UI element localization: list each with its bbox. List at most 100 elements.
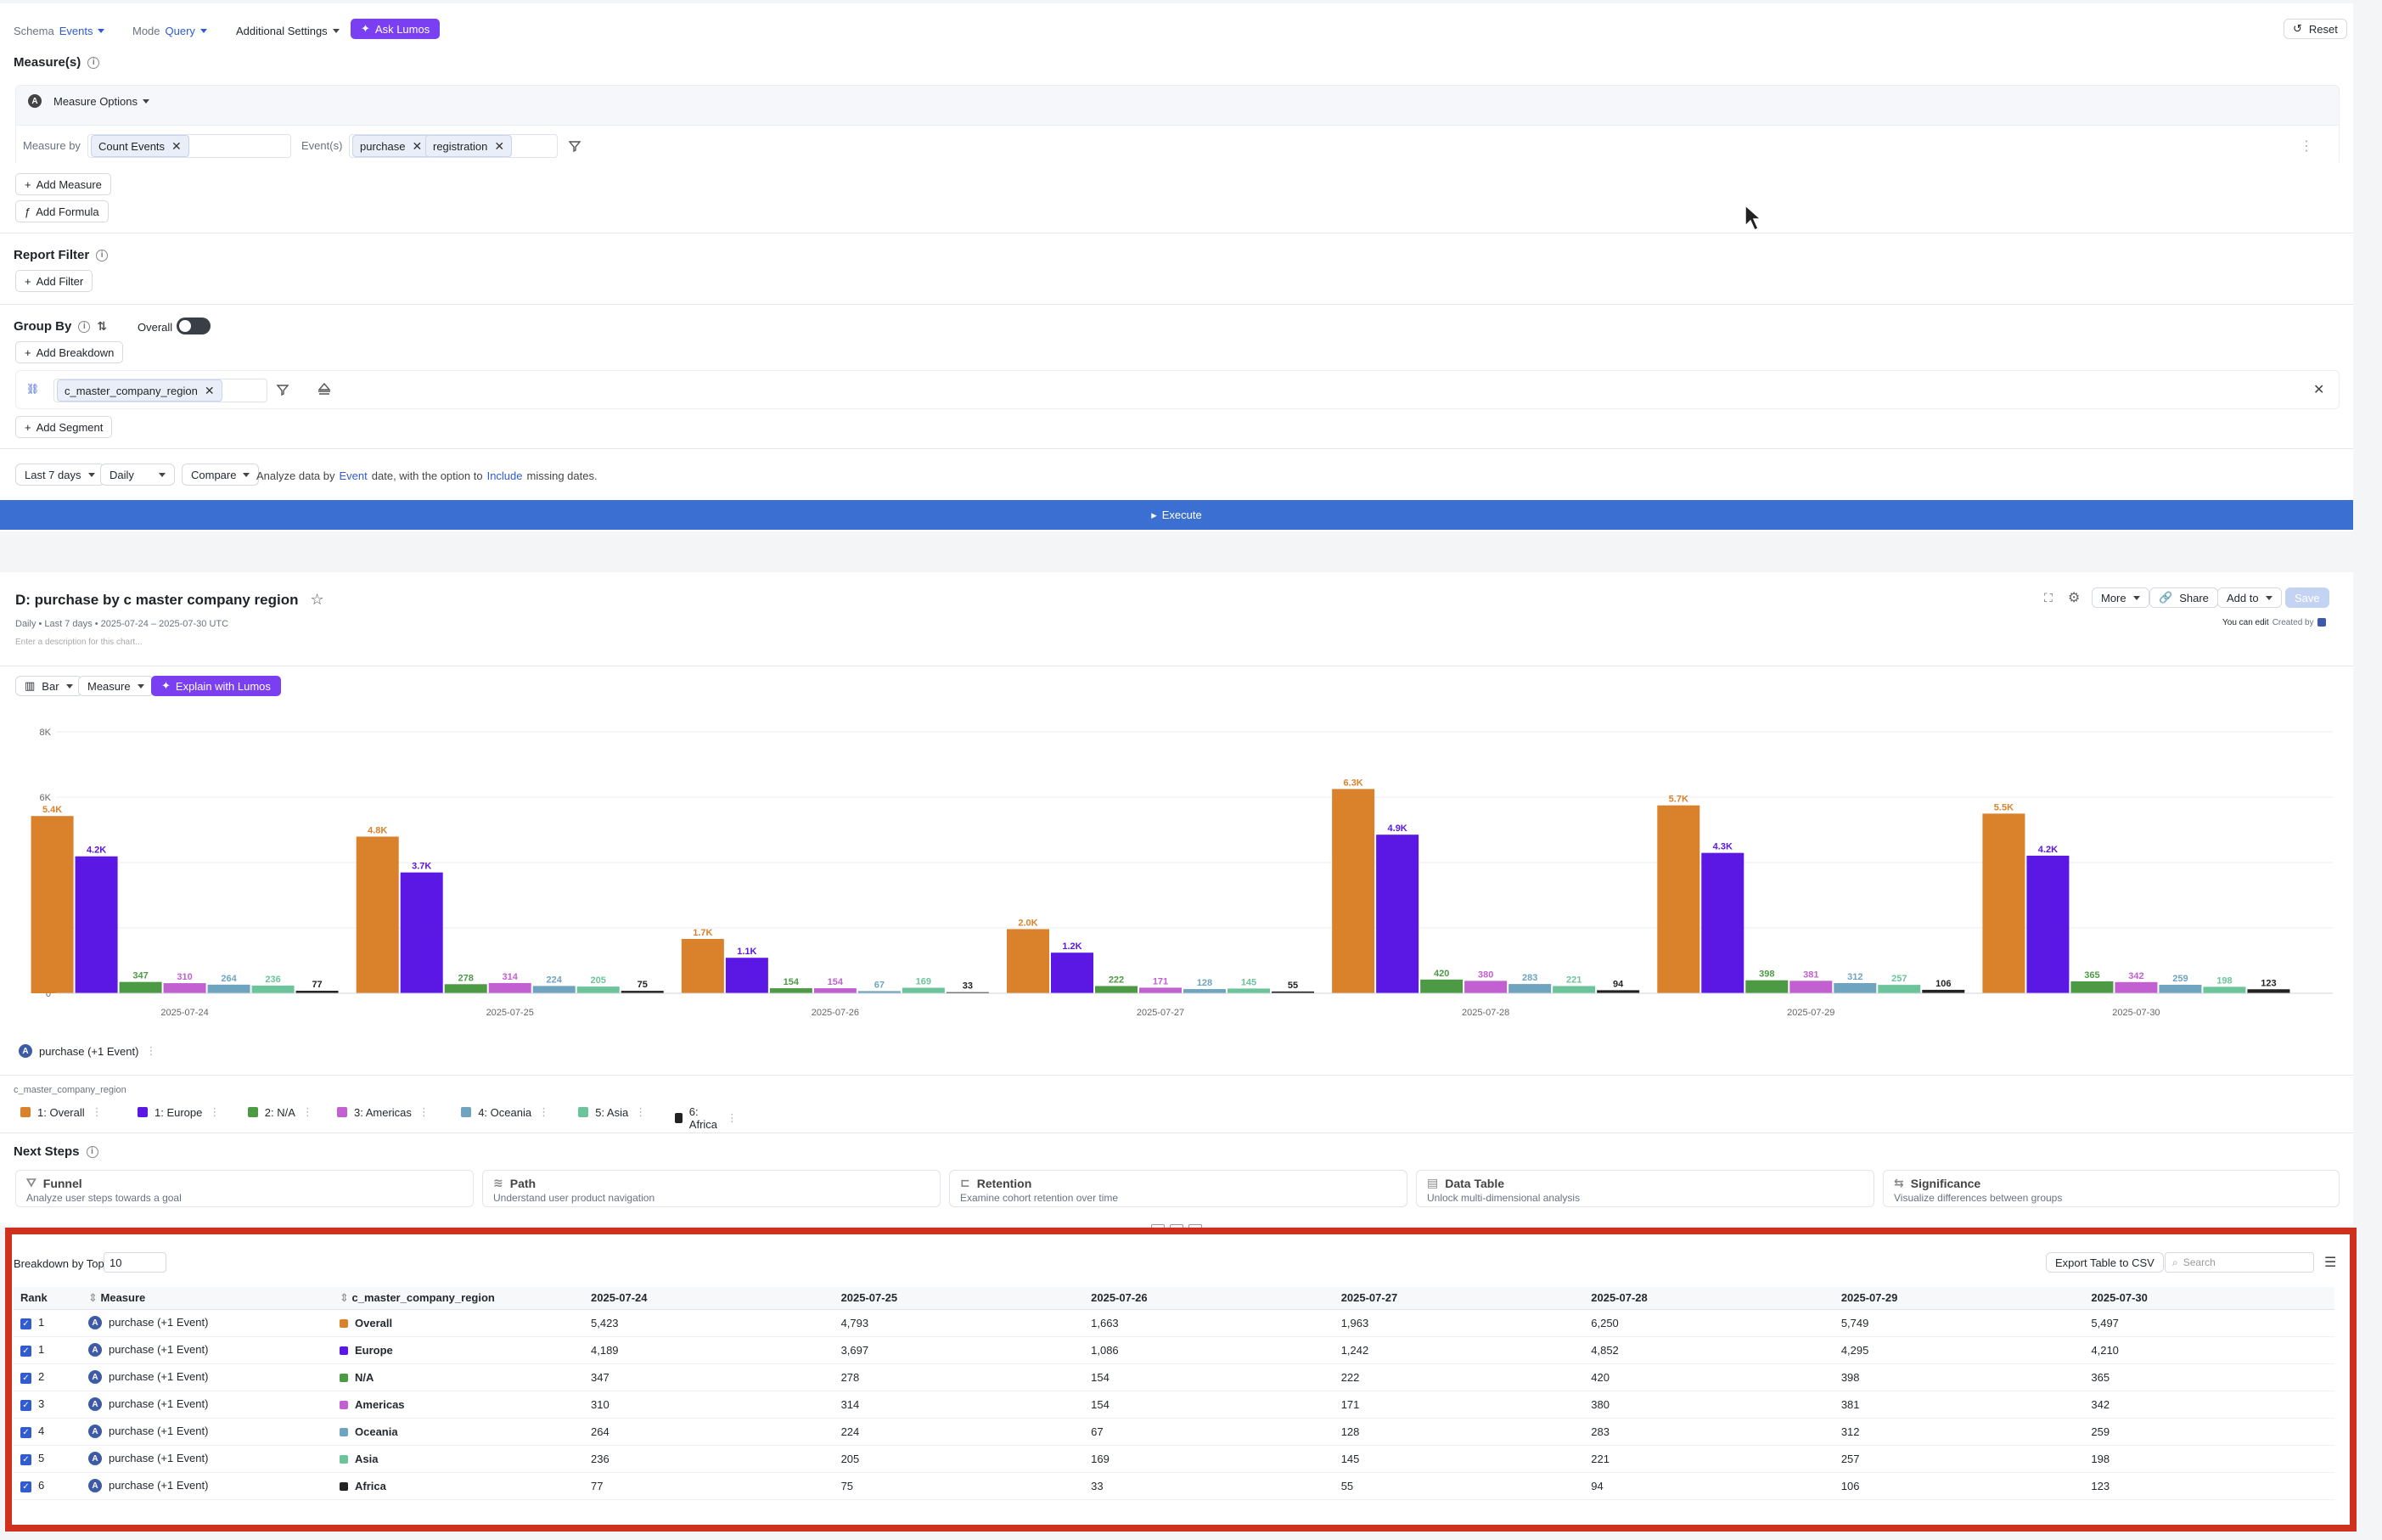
more-options-icon[interactable]: ⋮ [727, 1111, 738, 1125]
avatar[interactable] [2317, 618, 2326, 627]
bar[interactable] [31, 816, 74, 993]
add-formula-button[interactable]: ƒ Add Formula [15, 200, 109, 222]
col-date[interactable]: 2025-07-26 [1084, 1287, 1334, 1310]
col-measure[interactable]: ⇕ Measure [81, 1287, 333, 1310]
save-button[interactable]: Save [2285, 587, 2329, 608]
bar[interactable] [1228, 988, 1270, 993]
checkbox[interactable]: ✓ [20, 1345, 31, 1357]
table-row[interactable]: ✓ 1 Apurchase (+1 Event) Overall 5,423 4,793 1… [14, 1309, 2334, 1337]
bar[interactable] [1745, 980, 1789, 993]
legend-item[interactable]: 1: Europe ⋮ [138, 1105, 220, 1119]
more-options-icon[interactable]: ⋮ [2300, 138, 2313, 155]
breakdown-chip[interactable]: c_master_company_region ✕ [57, 379, 222, 402]
table-row[interactable]: ✓ 2 Apurchase (+1 Event) N/A 347 278 154 222 420… [14, 1363, 2334, 1391]
add-to-dropdown[interactable]: Add to [2217, 587, 2282, 608]
info-icon[interactable]: i [96, 249, 109, 261]
remove-breakdown-icon[interactable]: ✕ [2313, 381, 2324, 398]
bar[interactable] [1657, 805, 1700, 993]
next-step-retention[interactable]: ⊏ Retention Examine cohort retention over… [949, 1170, 1407, 1207]
rank-cell[interactable]: ✓ 4 [14, 1418, 81, 1446]
bar[interactable] [400, 872, 443, 993]
execute-button[interactable]: ▸ Execute [0, 500, 2353, 530]
col-date[interactable]: 2025-07-24 [584, 1287, 834, 1310]
close-icon[interactable]: ✕ [412, 139, 422, 154]
legend-item[interactable]: 1: Overall ⋮ [20, 1105, 103, 1119]
bar[interactable] [356, 836, 399, 993]
measure-chip[interactable]: Count Events ✕ [91, 135, 189, 157]
bar[interactable] [1183, 989, 1226, 993]
checkbox[interactable]: ✓ [20, 1318, 31, 1329]
bar[interactable] [163, 983, 206, 993]
bar[interactable] [1508, 984, 1552, 993]
legend-item[interactable]: 3: Americas ⋮ [337, 1105, 430, 1119]
schema-selector[interactable]: Schema Events [14, 25, 105, 37]
next-step-path[interactable]: ≋ Path Understand user product navigation [482, 1170, 941, 1207]
col-date[interactable]: 2025-07-29 [1834, 1287, 2085, 1310]
add-measure-button[interactable]: + Add Measure [15, 173, 111, 195]
bar[interactable] [1597, 990, 1640, 993]
date-range-dropdown[interactable]: Last 7 days [15, 464, 104, 486]
legend-item[interactable]: 4: Oceania ⋮ [461, 1105, 549, 1119]
event-chip-purchase[interactable]: purchase ✕ [352, 135, 430, 157]
fullscreen-icon[interactable]: ⛶ [2044, 591, 2053, 605]
rank-cell[interactable]: ✓ 3 [14, 1391, 81, 1419]
bar[interactable] [1420, 979, 1463, 993]
col-date[interactable]: 2025-07-28 [1584, 1287, 1834, 1310]
bar[interactable] [444, 984, 487, 993]
close-icon[interactable]: ✕ [205, 384, 215, 398]
info-icon[interactable]: i [78, 320, 91, 333]
bucket-icon[interactable] [317, 383, 332, 396]
bar[interactable] [769, 988, 812, 993]
col-date[interactable]: 2025-07-25 [834, 1287, 1085, 1310]
bar[interactable] [813, 988, 857, 993]
compare-dropdown[interactable]: Compare [182, 464, 260, 486]
more-options-icon[interactable]: ⋮ [145, 1044, 156, 1058]
table-row[interactable]: ✓ 4 Apurchase (+1 Event) Oceania 264 224 67 128… [14, 1418, 2334, 1446]
checkbox[interactable]: ✓ [20, 1372, 31, 1384]
rank-cell[interactable]: ✓ 1 [14, 1309, 81, 1337]
bar[interactable] [1376, 835, 1419, 993]
bar[interactable] [1789, 981, 1833, 993]
bar[interactable] [2026, 855, 2070, 993]
more-options-icon[interactable]: ⋮ [302, 1105, 313, 1119]
table-row[interactable]: ✓ 5 Apurchase (+1 Event) Asia 236 205 169 145 22… [14, 1445, 2334, 1473]
bar[interactable] [2115, 981, 2158, 993]
export-csv-button[interactable]: Export Table to CSV [2046, 1252, 2164, 1273]
include-link[interactable]: Include [487, 469, 523, 482]
info-icon[interactable]: i [86, 1145, 98, 1158]
bar[interactable] [1051, 953, 1093, 993]
ask-lumos-button[interactable]: ✦ Ask Lumos [351, 19, 441, 39]
breakdown-top-input[interactable]: 10 [104, 1252, 166, 1273]
bar[interactable] [1834, 982, 1877, 993]
measure-dropdown[interactable]: Measure [78, 676, 154, 696]
legend-measure[interactable]: A purchase (+1 Event) ⋮ [19, 1044, 156, 1058]
bar[interactable] [1982, 813, 2025, 993]
col-rank[interactable]: Rank [14, 1287, 81, 1310]
event-date-link[interactable]: Event [340, 469, 368, 482]
more-options-icon[interactable]: ⋮ [92, 1105, 103, 1119]
bar[interactable] [2159, 985, 2202, 993]
layout-icon[interactable] [1170, 1224, 1183, 1233]
bar[interactable] [576, 986, 620, 993]
close-icon[interactable]: ✕ [494, 139, 504, 154]
info-icon[interactable]: i [87, 56, 100, 69]
more-options-icon[interactable]: ⋮ [209, 1105, 220, 1119]
rank-cell[interactable]: ✓ 1 [14, 1336, 81, 1364]
rank-cell[interactable]: ✓ 5 [14, 1445, 81, 1473]
share-button[interactable]: 🔗 Share [2149, 587, 2218, 608]
checkbox[interactable]: ✓ [20, 1481, 31, 1492]
event-chip-registration[interactable]: registration ✕ [425, 135, 513, 157]
bar[interactable] [2203, 986, 2246, 993]
bar[interactable] [725, 958, 768, 993]
panel-resize-handles[interactable] [1151, 1224, 1202, 1233]
layout-icon[interactable] [1151, 1224, 1165, 1233]
granularity-dropdown[interactable]: Daily [100, 464, 175, 486]
col-date[interactable]: 2025-07-27 [1334, 1287, 1585, 1310]
filter-icon[interactable] [568, 139, 581, 153]
bar[interactable] [1139, 987, 1182, 993]
bar[interactable] [1464, 981, 1508, 993]
add-segment-button[interactable]: + Add Segment [15, 416, 113, 438]
table-row[interactable]: ✓ 6 Apurchase (+1 Event) Africa 77 75 33 55 94 10… [14, 1472, 2334, 1500]
bar[interactable] [681, 938, 724, 993]
bar[interactable] [1553, 986, 1596, 993]
